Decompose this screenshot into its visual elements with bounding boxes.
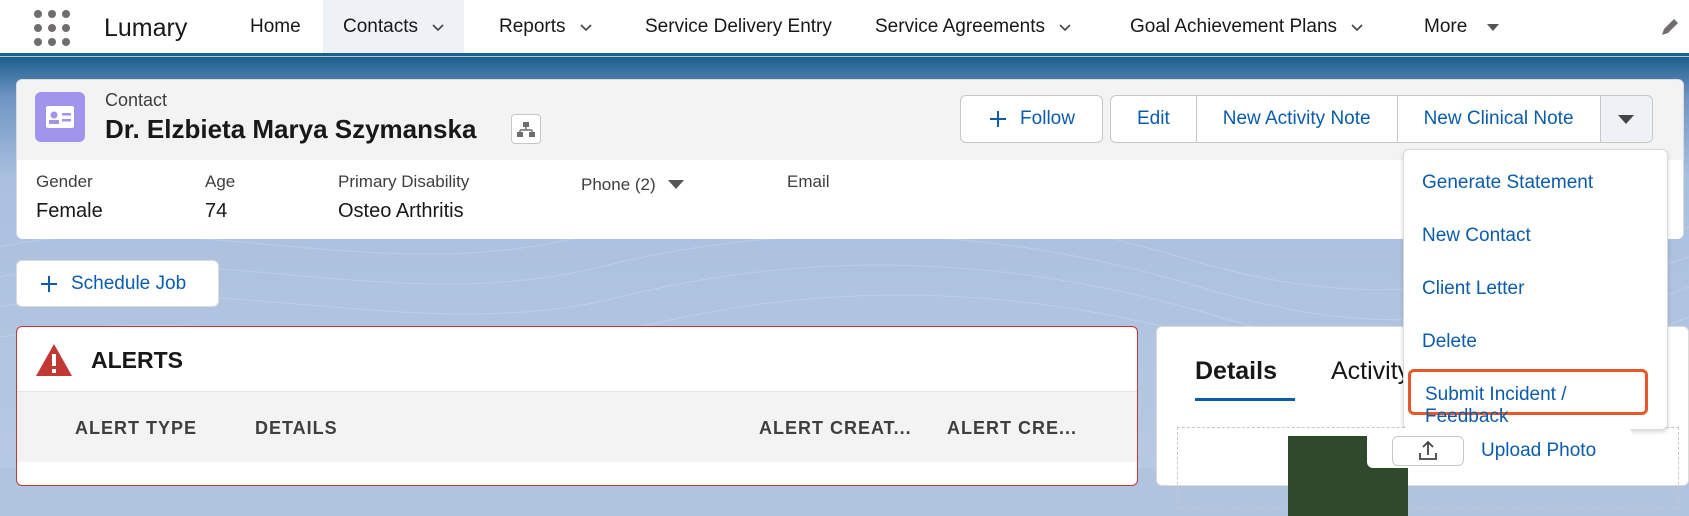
field-value: 74 <box>205 200 228 222</box>
edit-button[interactable]: Edit <box>1110 95 1197 143</box>
alerts-title: ALERTS <box>91 347 183 373</box>
new-clinical-note-button[interactable]: New Clinical Note <box>1397 95 1601 143</box>
nav-item-service-agreements[interactable]: Service Agreements <box>875 0 1071 53</box>
chevron-down-icon[interactable] <box>1059 21 1071 33</box>
nav-item-service-delivery-entry[interactable]: Service Delivery Entry <box>645 0 832 53</box>
upload-icon <box>1419 440 1437 460</box>
hierarchy-icon <box>517 122 535 137</box>
warning-icon <box>36 344 72 376</box>
menu-item-delete[interactable]: Delete <box>1422 331 1477 353</box>
tab-activity[interactable]: Activity <box>1331 357 1410 386</box>
caret-down-icon[interactable] <box>1487 21 1500 33</box>
nav-item-more[interactable]: More <box>1424 0 1500 53</box>
app-launcher-icon[interactable] <box>34 10 70 46</box>
column-header[interactable]: DETAILS <box>255 418 338 439</box>
field-gender: Gender Female <box>36 172 103 223</box>
plus-icon <box>990 111 1007 127</box>
upload-button[interactable] <box>1392 436 1464 466</box>
field-primary-disability: Primary Disability Osteo Arthritis <box>338 172 469 223</box>
field-label: Age <box>205 172 236 191</box>
caret-down-icon <box>1618 115 1635 124</box>
more-actions-menu: Generate Statement New Contact Client Le… <box>1403 149 1668 430</box>
field-value: Osteo Arthritis <box>338 200 464 222</box>
chevron-down-icon[interactable] <box>579 21 592 33</box>
nav-item-label: Reports <box>499 15 566 37</box>
nav-item-label: Contacts <box>343 15 418 37</box>
menu-item-generate-statement[interactable]: Generate Statement <box>1422 172 1593 194</box>
column-header[interactable]: ALERT CRE... <box>947 418 1077 439</box>
more-actions-button[interactable] <box>1600 95 1653 143</box>
tab-details[interactable]: Details <box>1195 357 1295 401</box>
global-nav: Lumary Home Contacts Reports Service Del… <box>0 0 1689 56</box>
alerts-table-header: ALERT TYPE DETAILS ALERT CREAT... ALERT … <box>17 391 1137 462</box>
nav-item-label: More <box>1424 15 1468 37</box>
field-label: Email <box>787 172 830 191</box>
edit-nav-icon[interactable] <box>1659 16 1681 38</box>
schedule-job-label: Schedule Job <box>71 272 187 294</box>
app-name: Lumary <box>104 14 188 42</box>
field-value: Female <box>36 200 103 222</box>
plus-icon <box>41 275 57 292</box>
nav-item-reports[interactable]: Reports <box>499 0 592 53</box>
field-age: Age 74 <box>205 172 235 223</box>
column-header[interactable]: ALERT TYPE <box>75 418 197 439</box>
nav-item-label: Service Delivery Entry <box>645 15 832 37</box>
nav-item-home[interactable]: Home <box>250 0 301 53</box>
new-activity-note-button[interactable]: New Activity Note <box>1196 95 1398 143</box>
field-email: Email <box>787 172 830 192</box>
upload-photo-bar: Upload Photo <box>1367 428 1632 468</box>
follow-label: Follow <box>1020 108 1075 129</box>
field-label: Gender <box>36 172 93 191</box>
schedule-job-button[interactable]: Schedule Job <box>16 260 219 307</box>
nav-item-label: Goal Achievement Plans <box>1130 15 1338 37</box>
menu-item-new-contact[interactable]: New Contact <box>1422 225 1531 247</box>
nav-item-contacts[interactable]: Contacts <box>323 0 464 56</box>
field-label: Phone (2) <box>581 175 656 194</box>
action-button-group: Edit New Activity Note New Clinical Note <box>1110 95 1653 143</box>
follow-button[interactable]: Follow <box>960 95 1103 143</box>
record-name: Dr. Elzbieta Marya Szymanska <box>105 114 477 144</box>
menu-item-client-letter[interactable]: Client Letter <box>1422 278 1524 300</box>
alerts-card: ALERTS ALERT TYPE DETAILS ALERT CREAT...… <box>16 326 1138 486</box>
upload-photo-label[interactable]: Upload Photo <box>1481 440 1596 462</box>
chevron-down-icon[interactable] <box>432 21 444 33</box>
menu-item-submit-incident-feedback[interactable]: Submit Incident / Feedback <box>1408 369 1648 427</box>
contact-icon <box>35 92 85 142</box>
field-phone[interactable]: Phone (2) <box>581 175 685 195</box>
hierarchy-button[interactable] <box>511 114 541 144</box>
chevron-down-icon[interactable] <box>1351 21 1363 33</box>
caret-down-icon[interactable] <box>668 178 685 190</box>
column-header[interactable]: ALERT CREAT... <box>759 418 912 439</box>
nav-item-goal-achievement-plans[interactable]: Goal Achievement Plans <box>1130 0 1363 53</box>
nav-item-label: Service Agreements <box>875 15 1046 37</box>
nav-item-label: Home <box>250 15 301 37</box>
object-label: Contact <box>105 90 168 110</box>
field-label: Primary Disability <box>338 172 470 191</box>
